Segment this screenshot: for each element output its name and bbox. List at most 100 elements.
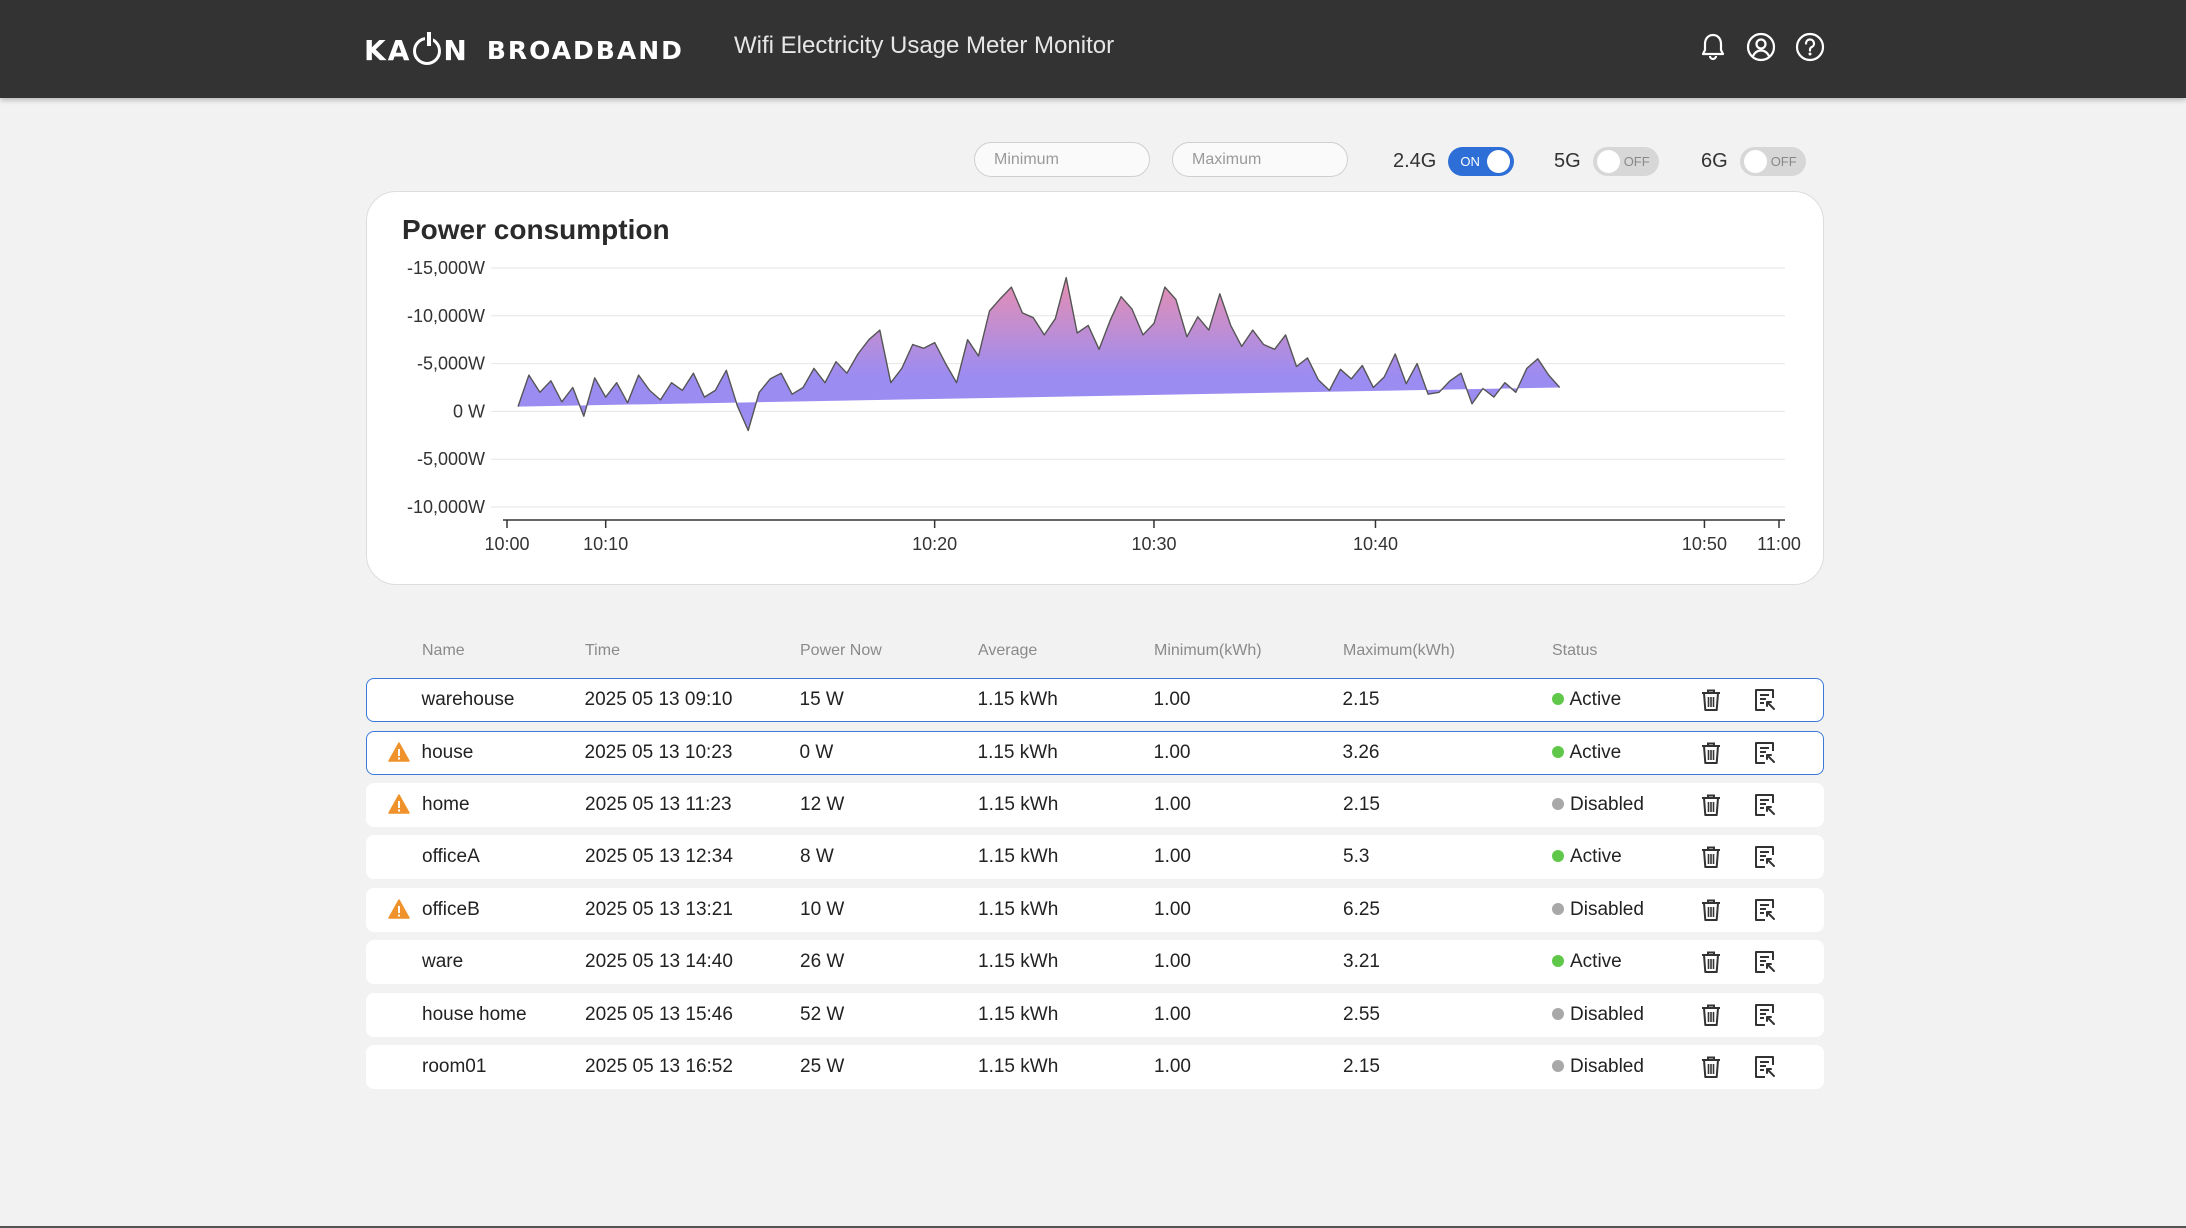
band-24g-label: 2.4G [1393, 150, 1437, 172]
bell-icon[interactable] [1697, 31, 1729, 63]
status-text: Disabled [1570, 1056, 1644, 1077]
edit-report-icon[interactable] [1752, 1054, 1778, 1080]
device-average: 1.15 kWh [977, 688, 1058, 710]
device-power-now: 52 W [800, 1004, 845, 1025]
toggle-knob [1743, 150, 1767, 173]
device-minimum: 1.00 [1153, 688, 1191, 710]
y-tick-label: -5,000W [417, 449, 485, 469]
table-row[interactable]: home 2025 05 13 11:23 12 W 1.15 kWh 1.00 2.15… [366, 783, 1824, 827]
table-row[interactable]: officeA 2025 05 13 12:34 8 W 1.15 kWh 1.00 5.… [366, 835, 1824, 879]
power-area-series [517, 276, 1561, 432]
device-power-now: 25 W [800, 1056, 845, 1077]
status-dot [1552, 903, 1564, 915]
edit-report-icon[interactable] [1752, 740, 1778, 766]
device-time: 2025 05 13 10:23 [584, 741, 733, 763]
col-header-maximum: Maximum(kWh) [1343, 642, 1455, 659]
device-name: house home [422, 1004, 527, 1025]
status-text: Disabled [1570, 794, 1644, 815]
edit-report-icon[interactable] [1752, 687, 1778, 713]
app-title: Wifi Electricity Usage Meter Monitor [734, 32, 1115, 59]
col-header-average: Average [978, 642, 1038, 659]
x-tick-label: 10:10 [583, 534, 628, 554]
device-maximum: 3.21 [1343, 951, 1380, 972]
band-24g: 2.4G ON [1393, 147, 1515, 176]
help-icon[interactable] [1794, 31, 1826, 63]
status-dot [1552, 955, 1564, 967]
minimum-input[interactable] [974, 142, 1150, 177]
status-cell: Active [1551, 689, 1621, 711]
band-24g-toggle[interactable]: ON [1448, 147, 1515, 176]
device-maximum: 2.15 [1342, 688, 1380, 710]
band-5g-toggle[interactable]: OFF [1592, 147, 1659, 176]
device-power-now: 0 W [799, 741, 834, 763]
device-average: 1.15 kWh [978, 951, 1059, 972]
device-minimum: 1.00 [1154, 1056, 1191, 1077]
power-chart: -15,000W -10,000W -5,000W 0 W -5,000W -10,000… [407, 258, 1801, 554]
col-header-time: Time [585, 642, 620, 659]
delete-icon[interactable] [1698, 1054, 1724, 1080]
status-text: Disabled [1570, 1004, 1644, 1025]
col-header-name: Name [422, 642, 465, 659]
device-maximum: 2.15 [1343, 1056, 1380, 1077]
table-row[interactable]: officeB 2025 05 13 13:21 10 W 1.15 kWh 1.00 6… [366, 888, 1824, 932]
x-tick-label: 10:40 [1353, 534, 1398, 554]
device-name: home [422, 794, 470, 815]
device-minimum: 1.00 [1153, 741, 1191, 763]
toggle-state-label: OFF [1770, 154, 1797, 169]
delete-icon[interactable] [1698, 740, 1724, 766]
status-dot [1552, 850, 1564, 862]
status-cell: Disabled [1552, 1004, 1644, 1026]
delete-icon[interactable] [1698, 1002, 1724, 1028]
power-ring-icon [413, 32, 442, 65]
maximum-input[interactable] [1172, 142, 1348, 177]
device-maximum: 2.55 [1343, 1004, 1380, 1025]
table-row[interactable]: ware 2025 05 13 14:40 26 W 1.15 kWh 1.00 3.21… [366, 940, 1824, 984]
device-minimum: 1.00 [1154, 846, 1191, 867]
delete-icon[interactable] [1698, 844, 1724, 870]
status-cell: Active [1551, 742, 1621, 764]
table-row[interactable]: warehouse 2025 05 13 09:10 15 W 1.15 kWh 1.0… [366, 678, 1824, 722]
device-time: 2025 05 13 16:52 [585, 1056, 733, 1077]
table-row[interactable]: house home 2025 05 13 15:46 52 W 1.15 kWh 1.… [366, 993, 1824, 1037]
edit-report-icon[interactable] [1752, 792, 1778, 818]
user-icon[interactable] [1745, 31, 1777, 63]
device-time: 2025 05 13 14:40 [585, 951, 733, 972]
device-name: room01 [422, 1056, 487, 1077]
device-minimum: 1.00 [1154, 1004, 1191, 1025]
edit-report-icon[interactable] [1752, 844, 1778, 870]
device-name: warehouse [421, 688, 515, 710]
table-row[interactable]: house 2025 05 13 10:23 0 W 1.15 kWh 1.00 3.26… [366, 731, 1824, 775]
device-name: officeB [422, 899, 480, 920]
logo-text-broadband: BROADBAND [486, 35, 684, 65]
delete-icon[interactable] [1698, 897, 1724, 923]
device-time: 2025 05 13 13:21 [585, 899, 733, 920]
device-time: 2025 05 13 15:46 [585, 1004, 733, 1025]
y-tick-label: -10,000W [407, 306, 485, 326]
table-header: Name Time Power Now Average Minimum(kWh)… [366, 642, 1824, 666]
delete-icon[interactable] [1698, 949, 1724, 975]
warning-icon [388, 793, 410, 815]
edit-report-icon[interactable] [1752, 1002, 1778, 1028]
device-maximum: 3.26 [1342, 741, 1380, 763]
band-6g: 6G OFF [1701, 147, 1806, 176]
toggle-knob [1596, 150, 1620, 173]
band-6g-toggle[interactable]: OFF [1739, 147, 1806, 176]
edit-report-icon[interactable] [1752, 897, 1778, 923]
device-maximum: 6.25 [1343, 899, 1380, 920]
device-average: 1.15 kWh [978, 794, 1059, 815]
device-power-now: 26 W [800, 951, 845, 972]
device-average: 1.15 kWh [977, 741, 1058, 763]
status-dot [1551, 745, 1564, 758]
edit-report-icon[interactable] [1752, 949, 1778, 975]
device-minimum: 1.00 [1154, 794, 1191, 815]
device-name: house [421, 741, 474, 763]
status-text: Disabled [1570, 899, 1644, 920]
status-cell: Active [1552, 951, 1622, 973]
delete-icon[interactable] [1698, 792, 1724, 818]
x-tick-label: 10:30 [1131, 534, 1176, 554]
delete-icon[interactable] [1698, 687, 1724, 713]
status-cell: Disabled [1552, 1056, 1644, 1078]
y-tick-label: 0 W [453, 401, 485, 421]
status-text: Active [1570, 846, 1622, 867]
table-row[interactable]: room01 2025 05 13 16:52 25 W 1.15 kWh 1.00 2.… [366, 1045, 1824, 1089]
